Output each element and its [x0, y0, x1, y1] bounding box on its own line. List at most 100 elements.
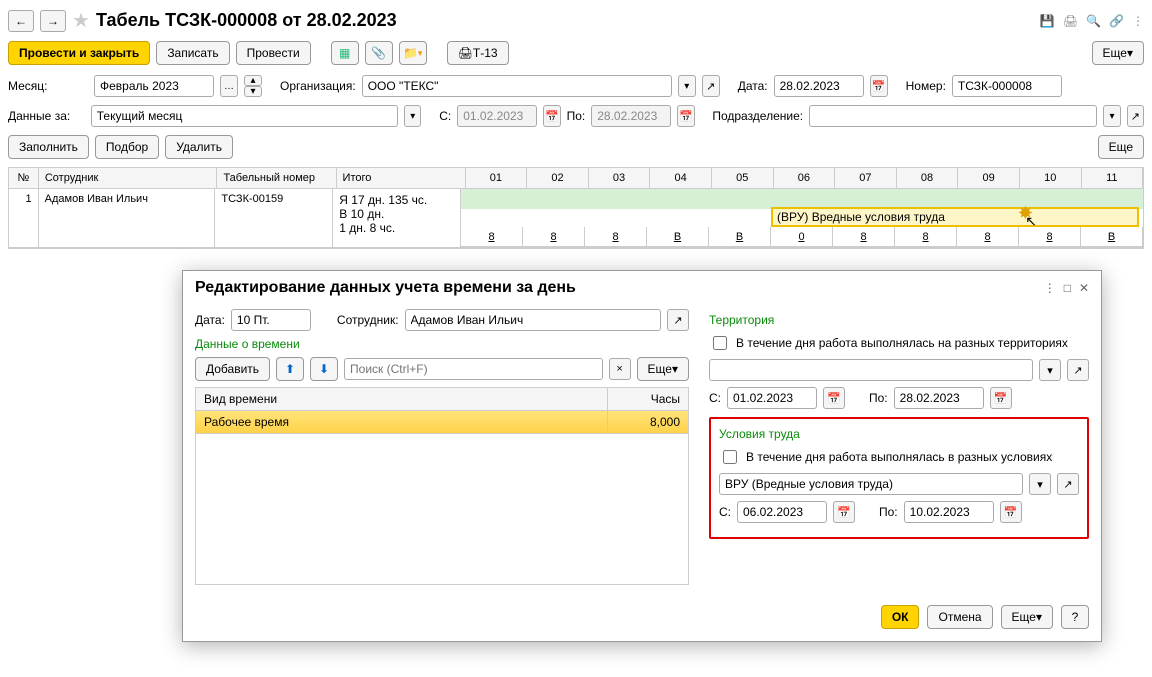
territory-open-button[interactable]	[1067, 359, 1089, 381]
day-cell-09[interactable]: 8	[957, 227, 1019, 247]
data-for-input[interactable]	[91, 105, 398, 127]
month-label: Месяц:	[8, 79, 88, 93]
month-down-button[interactable]: ▾	[244, 86, 262, 97]
more-button[interactable]: Еще ▾	[1092, 41, 1144, 65]
modal-employee-input[interactable]	[405, 309, 661, 331]
day-cell-07[interactable]: 8	[833, 227, 895, 247]
number-input[interactable]	[952, 75, 1062, 97]
menu-dots-icon[interactable]: ⋮	[1132, 14, 1144, 28]
day-cell-01[interactable]: 8	[461, 227, 523, 247]
day-cell-08[interactable]: 8	[895, 227, 957, 247]
cond-to-label: По:	[879, 505, 898, 519]
favorite-star-icon[interactable]: ★	[72, 8, 90, 33]
day-cell-05[interactable]: В	[709, 227, 771, 247]
pick-button[interactable]: Подбор	[95, 135, 159, 159]
save-icon[interactable]: 💾	[1040, 14, 1055, 28]
tt-col-hours: Часы	[608, 388, 688, 410]
date-calendar-button[interactable]	[870, 75, 888, 97]
org-dropdown-button[interactable]	[678, 75, 696, 97]
print-icon[interactable]: 🖨	[1063, 14, 1078, 28]
row-tabnum: ТСЗК-00159	[215, 189, 333, 247]
modal-date-input[interactable]	[231, 309, 311, 331]
territory-input[interactable]	[709, 359, 1033, 381]
to-calendar-button[interactable]	[677, 105, 694, 127]
timesheet-table: № Сотрудник Табельный номер Итого 01 02 …	[8, 167, 1144, 249]
date-input[interactable]	[774, 75, 864, 97]
day-cell-02[interactable]: 8	[523, 227, 585, 247]
cancel-button[interactable]: Отмена	[927, 605, 992, 629]
modal-more-button[interactable]: Еще ▾	[637, 357, 689, 381]
row-num: 1	[9, 189, 39, 247]
day-cell-10[interactable]: 8	[1019, 227, 1081, 247]
terr-to-label: По:	[869, 391, 888, 405]
cond-from-input[interactable]	[737, 501, 827, 523]
vru-condition-band[interactable]: (ВРУ) Вредные условия труда	[771, 207, 1139, 227]
data-for-dropdown-button[interactable]	[404, 105, 421, 127]
footer-more-button[interactable]: Еще ▾	[1001, 605, 1053, 629]
month-up-button[interactable]: ▴	[244, 75, 262, 86]
org-label: Организация:	[280, 79, 356, 93]
month-ellipsis-button[interactable]: …	[220, 75, 238, 97]
conditions-input[interactable]	[719, 473, 1023, 495]
modal-close-icon[interactable]: ✕	[1079, 281, 1089, 295]
attach-icon-button[interactable]: 📎	[365, 41, 393, 65]
nav-forward-button[interactable]: →	[40, 10, 66, 32]
print-t13-button[interactable]: 🖨 Т-13	[447, 41, 509, 65]
fill-button[interactable]: Заполнить	[8, 135, 89, 159]
link-icon[interactable]: 🔗	[1109, 14, 1124, 28]
cond-from-label: С:	[719, 505, 731, 519]
post-and-close-button[interactable]: Провести и закрыть	[8, 41, 150, 65]
move-up-button[interactable]: ⬆	[276, 357, 304, 381]
save-button[interactable]: Записать	[156, 41, 229, 65]
col-day-07: 07	[835, 168, 897, 188]
time-section-title: Данные о времени	[195, 337, 689, 351]
department-open-button[interactable]	[1127, 105, 1144, 127]
org-open-button[interactable]	[702, 75, 720, 97]
day-cell-04[interactable]: В	[647, 227, 709, 247]
modal-employee-open-button[interactable]	[667, 309, 689, 331]
preview-icon[interactable]: 🔍	[1086, 14, 1101, 28]
time-table-row[interactable]: Рабочее время 8,000	[196, 411, 688, 434]
search-clear-button[interactable]: ×	[609, 358, 631, 380]
terr-from-cal-button[interactable]	[823, 387, 845, 409]
col-day-02: 02	[527, 168, 589, 188]
territory-section-title: Территория	[709, 313, 1089, 327]
table-more-button[interactable]: Еще	[1098, 135, 1144, 159]
modal-maximize-icon[interactable]: □	[1064, 281, 1071, 295]
conditions-open-button[interactable]	[1057, 473, 1079, 495]
from-calendar-button[interactable]	[543, 105, 560, 127]
cond-to-input[interactable]	[904, 501, 994, 523]
department-input[interactable]	[809, 105, 1097, 127]
terr-from-input[interactable]	[727, 387, 817, 409]
nav-back-button[interactable]: ←	[8, 10, 34, 32]
report-icon-button[interactable]: ▦	[331, 41, 359, 65]
cond-from-cal-button[interactable]	[833, 501, 855, 523]
terr-to-cal-button[interactable]	[990, 387, 1012, 409]
department-dropdown-button[interactable]	[1103, 105, 1120, 127]
col-day-10: 10	[1020, 168, 1082, 188]
folder-icon-button[interactable]: 📁▾	[399, 41, 427, 65]
conditions-checkbox[interactable]	[723, 450, 737, 464]
delete-button[interactable]: Удалить	[165, 135, 233, 159]
conditions-dropdown-button[interactable]	[1029, 473, 1051, 495]
territory-checkbox[interactable]	[713, 336, 727, 350]
from-input	[457, 105, 537, 127]
date-label: Дата:	[738, 79, 768, 93]
month-input[interactable]	[94, 75, 214, 97]
day-cell-06[interactable]: 0	[771, 227, 833, 247]
day-cell-03[interactable]: 8	[585, 227, 647, 247]
ok-button[interactable]: ОК	[881, 605, 920, 629]
modal-menu-icon[interactable]: ⋮	[1044, 281, 1056, 295]
help-button[interactable]: ?	[1061, 605, 1089, 629]
row-employee[interactable]: Адамов Иван Ильич	[39, 189, 216, 247]
add-button[interactable]: Добавить	[195, 357, 270, 381]
terr-to-input[interactable]	[894, 387, 984, 409]
territory-dropdown-button[interactable]	[1039, 359, 1061, 381]
org-input[interactable]	[362, 75, 672, 97]
day-cell-11[interactable]: В	[1081, 227, 1143, 247]
post-button[interactable]: Провести	[236, 41, 311, 65]
move-down-button[interactable]: ⬇	[310, 357, 338, 381]
terr-from-label: С:	[709, 391, 721, 405]
cond-to-cal-button[interactable]	[1000, 501, 1022, 523]
search-input[interactable]	[344, 358, 603, 380]
